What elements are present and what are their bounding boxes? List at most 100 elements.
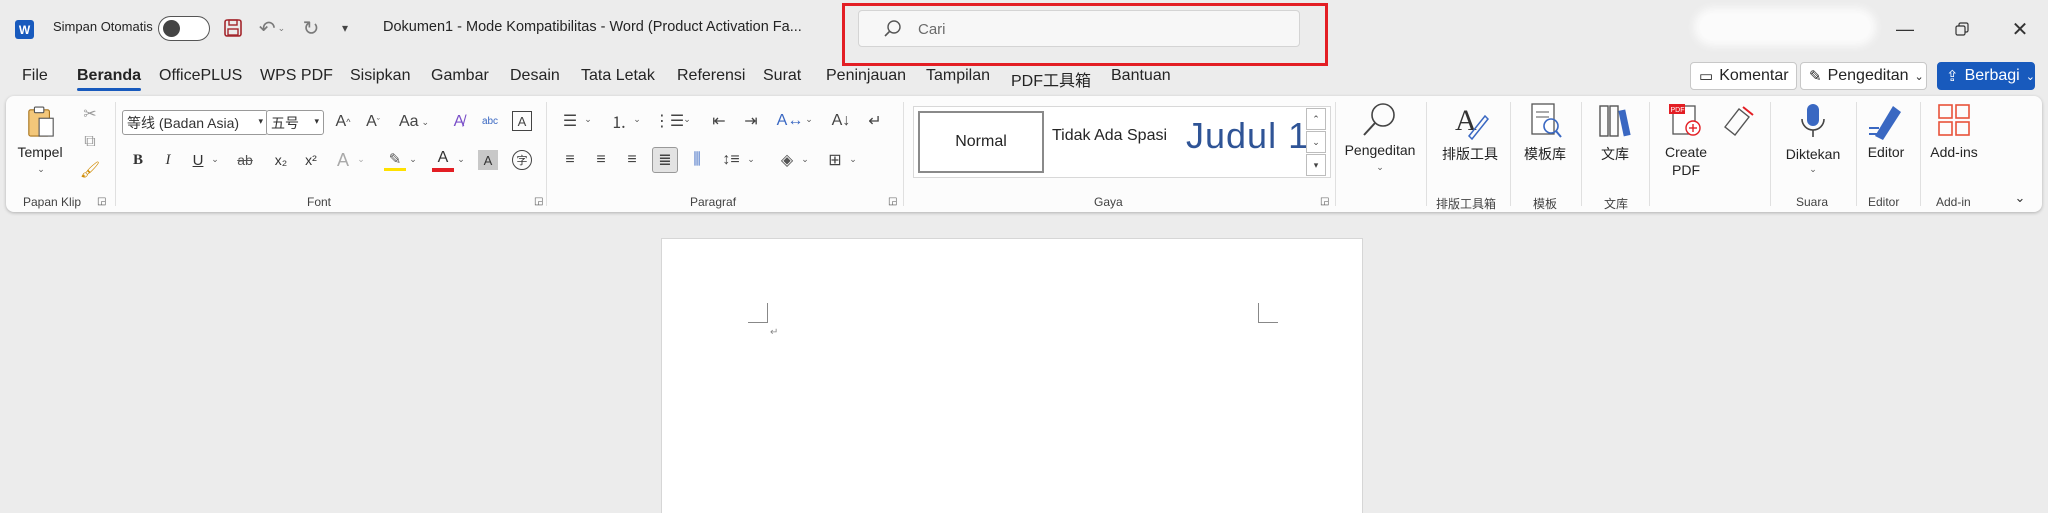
tab-surat[interactable]: Surat bbox=[763, 67, 801, 85]
paste-icon[interactable] bbox=[26, 104, 56, 140]
change-case-button[interactable]: Aa ⌄ bbox=[396, 111, 432, 133]
addins-icon[interactable] bbox=[1936, 102, 1972, 138]
paragraph-launcher-icon[interactable]: ◲ bbox=[888, 196, 897, 207]
account-area[interactable] bbox=[1700, 14, 1870, 40]
align-center-icon[interactable]: ≡ bbox=[590, 149, 612, 171]
layout-tool-icon[interactable]: A bbox=[1451, 102, 1489, 140]
distributed-icon[interactable]: ⫼ bbox=[686, 149, 708, 171]
customize-icon[interactable]: ▾ bbox=[336, 16, 354, 40]
borders-icon[interactable]: ⊞ bbox=[824, 149, 846, 171]
italic-button[interactable]: I bbox=[158, 149, 178, 171]
shading-icon[interactable]: ◈ bbox=[776, 149, 798, 171]
chevron-down-icon[interactable]: ⌄ bbox=[632, 114, 642, 125]
template-button[interactable]: 模板库 bbox=[1516, 144, 1574, 164]
chevron-down-icon[interactable]: ⌄ bbox=[800, 154, 810, 165]
chevron-down-icon[interactable]: ⌄ bbox=[583, 114, 593, 125]
chevron-down-icon[interactable]: ⌄ bbox=[1808, 164, 1818, 175]
more-styles-icon[interactable]: ▾ bbox=[1306, 154, 1326, 176]
tab-desain[interactable]: Desain bbox=[510, 67, 560, 85]
create-pdf-icon[interactable]: PDF bbox=[1666, 102, 1704, 138]
create-pdf-button-line2[interactable]: PDF bbox=[1656, 162, 1716, 178]
tab-bantuan[interactable]: Bantuan bbox=[1111, 67, 1171, 85]
font-size-field[interactable]: 五号 ▾ bbox=[266, 110, 324, 135]
copy-icon[interactable]: ⧉ bbox=[80, 132, 100, 152]
chevron-down-icon[interactable]: ⌄ bbox=[804, 114, 814, 125]
chevron-down-icon[interactable]: ⌄ bbox=[1306, 131, 1326, 153]
paste-button[interactable]: Tempel bbox=[17, 144, 62, 160]
tab-peninjauan[interactable]: Peninjauan bbox=[826, 67, 906, 85]
chevron-down-icon[interactable]: ⌄ bbox=[408, 154, 418, 165]
pdf-sign-icon[interactable] bbox=[1720, 102, 1756, 138]
character-shading-icon[interactable]: A bbox=[478, 150, 498, 170]
align-left-icon[interactable]: ≡ bbox=[559, 149, 581, 171]
search-input[interactable]: Cari bbox=[858, 10, 1300, 47]
tab-pdf-toolbox[interactable]: PDF工具箱 bbox=[1011, 67, 1091, 91]
tab-wps-pdf[interactable]: WPS PDF bbox=[260, 67, 333, 85]
style-normal[interactable]: Normal bbox=[918, 111, 1044, 173]
sort-icon[interactable]: A↓ bbox=[830, 110, 852, 132]
tab-officeplus[interactable]: OfficePLUS bbox=[159, 67, 242, 85]
tab-tampilan[interactable]: Tampilan bbox=[926, 67, 990, 85]
superscript-button[interactable]: x² bbox=[300, 149, 322, 171]
paste-dropdown-icon[interactable]: ⌄ bbox=[36, 164, 46, 175]
bold-button[interactable]: B bbox=[128, 149, 148, 171]
chevron-up-icon[interactable]: ⌃ bbox=[1306, 108, 1326, 130]
phonetic-guide-icon[interactable]: abc bbox=[478, 109, 502, 133]
minimize-icon[interactable]: — bbox=[1885, 14, 1925, 44]
font-launcher-icon[interactable]: ◲ bbox=[534, 196, 543, 207]
tab-file[interactable]: File bbox=[22, 67, 48, 85]
font-color-icon[interactable]: A bbox=[432, 148, 454, 172]
close-icon[interactable]: ✕ bbox=[2000, 14, 2040, 44]
styles-launcher-icon[interactable]: ◲ bbox=[1320, 196, 1329, 207]
chevron-down-icon[interactable]: ⌄ bbox=[746, 154, 756, 165]
chevron-down-icon[interactable]: ⌄ bbox=[848, 154, 858, 165]
tab-sisipkan[interactable]: Sisipkan bbox=[350, 67, 410, 85]
numbering-icon[interactable]: ⒈ bbox=[608, 110, 630, 132]
strikethrough-button[interactable]: ab bbox=[232, 149, 258, 171]
tab-gambar[interactable]: Gambar bbox=[431, 67, 489, 85]
text-direction-icon[interactable]: A↔ bbox=[777, 110, 804, 132]
align-right-icon[interactable]: ≡ bbox=[621, 149, 643, 171]
layout-tool-button[interactable]: 排版工具 bbox=[1438, 144, 1502, 164]
chevron-down-icon[interactable]: ⌄ bbox=[210, 154, 220, 165]
microphone-icon[interactable] bbox=[1796, 100, 1830, 142]
chevron-down-icon[interactable]: ⌄ bbox=[456, 154, 466, 165]
comment-button[interactable]: ▭ Komentar bbox=[1690, 62, 1797, 90]
font-name-field[interactable]: 等线 (Badan Asia) ▾ bbox=[122, 110, 268, 135]
enclose-characters-icon[interactable]: 字 bbox=[512, 150, 532, 170]
create-pdf-button-line1[interactable]: Create bbox=[1656, 144, 1716, 160]
share-button[interactable]: ⇪ Berbagi ⌄ bbox=[1937, 62, 2035, 90]
undo-icon[interactable]: ↶ ⌄ bbox=[255, 16, 289, 40]
collapse-ribbon-icon[interactable]: ⌄ bbox=[2012, 190, 2028, 206]
tab-referensi[interactable]: Referensi bbox=[677, 67, 745, 85]
library-icon[interactable] bbox=[1596, 102, 1634, 140]
text-effects-icon[interactable]: A bbox=[332, 149, 354, 171]
chevron-down-icon[interactable]: ⌄ bbox=[1375, 162, 1385, 173]
editing-button[interactable]: Pengeditan bbox=[1345, 142, 1416, 158]
editor-icon[interactable] bbox=[1866, 100, 1906, 140]
template-icon[interactable] bbox=[1528, 102, 1564, 140]
style-heading-1[interactable]: Judul 1 bbox=[1186, 115, 1309, 157]
grow-font-icon[interactable]: A ^ bbox=[332, 111, 354, 133]
character-border-icon[interactable]: A bbox=[512, 111, 532, 131]
chevron-down-icon[interactable]: ⌄ bbox=[682, 114, 692, 125]
multilevel-list-icon[interactable]: ⋮☰ bbox=[654, 110, 684, 132]
shrink-font-icon[interactable]: Aˇ bbox=[362, 111, 384, 133]
tab-beranda[interactable]: Beranda bbox=[77, 67, 142, 91]
restore-icon[interactable] bbox=[1942, 14, 1982, 44]
chevron-down-icon[interactable]: ⌄ bbox=[356, 154, 366, 165]
tab-tata-letak[interactable]: Tata Letak bbox=[581, 67, 655, 85]
increase-indent-icon[interactable]: ⇥ bbox=[740, 110, 762, 132]
find-icon[interactable] bbox=[1360, 100, 1400, 140]
document-page[interactable]: ↵ bbox=[661, 238, 1363, 513]
underline-button[interactable]: U bbox=[188, 149, 208, 171]
show-marks-icon[interactable]: ↵ bbox=[864, 110, 886, 132]
save-icon[interactable] bbox=[222, 16, 244, 40]
library-button[interactable]: 文库 bbox=[1590, 144, 1640, 164]
dictate-button[interactable]: Diktekan bbox=[1781, 146, 1845, 162]
decrease-indent-icon[interactable]: ⇤ bbox=[708, 110, 730, 132]
justify-icon[interactable]: ≣ bbox=[652, 147, 678, 173]
clear-formatting-icon[interactable]: A̸ bbox=[448, 111, 470, 133]
line-spacing-icon[interactable]: ↕≡ bbox=[720, 149, 742, 171]
addins-button[interactable]: Add-ins bbox=[1924, 144, 1984, 160]
